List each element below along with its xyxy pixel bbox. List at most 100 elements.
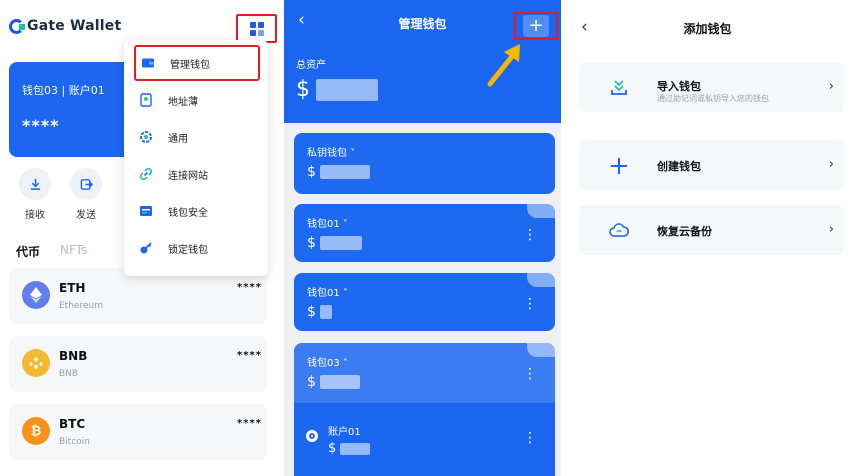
address-book-icon	[140, 93, 152, 107]
token-name: BNB	[59, 369, 79, 379]
eth-icon	[22, 281, 50, 309]
account-amount: $	[328, 441, 371, 456]
manage-wallet-panel: ‹ 管理钱包 + 总资产 $ 私钥钱包 ˅ $ 钱包01 ˅ $ ⋮ 钱包01 …	[284, 0, 561, 476]
plus-icon: +	[523, 15, 549, 37]
option-label: 恢复云备份	[657, 225, 712, 238]
brand-name: Gate Wallet	[27, 18, 122, 34]
token-row-btc[interactable]: ₿ BTC Bitcoin ****	[9, 404, 267, 460]
more-options-icon[interactable]: ⋮	[523, 228, 537, 242]
wallet-name: 钱包03 ˄	[307, 358, 348, 369]
security-icon	[140, 206, 152, 216]
tab-nfts[interactable]: NFTs	[60, 243, 87, 260]
cloud-badge-icon	[527, 273, 555, 287]
cloud-badge-icon	[527, 204, 555, 218]
bnb-icon	[22, 349, 50, 377]
wallet-name: 私钥钱包 ˅	[307, 148, 356, 159]
btc-icon: ₿	[22, 417, 50, 445]
chevron-down-icon: ˅	[342, 288, 348, 299]
menu-item-wallet-security[interactable]: 钱包安全	[134, 193, 260, 229]
send-label: 发送	[76, 210, 96, 221]
account-row[interactable]: 账户01 $ ⋮	[294, 403, 555, 476]
token-balance: ****	[237, 418, 262, 429]
radio-selected-icon[interactable]	[306, 430, 318, 442]
download-icon	[30, 178, 40, 190]
wallet-account-title: 钱包03 | 账户01	[22, 84, 105, 97]
chevron-down-icon: ˅	[342, 219, 348, 230]
gate-logo-icon	[9, 18, 25, 34]
wallet-list: 私钥钱包 ˅ $ 钱包01 ˅ $ ⋮ 钱包01 ˅ $ ⋮ 钱包03 ˄ $ …	[284, 123, 561, 476]
add-wallet-button[interactable]: +	[514, 12, 558, 40]
menu-label: 连接网站	[168, 170, 208, 182]
menu-label: 通用	[168, 133, 188, 145]
cloud-badge-icon	[527, 343, 555, 357]
menu-label: 钱包安全	[168, 207, 208, 219]
token-name: Ethereum	[59, 301, 103, 311]
menu-item-manage-wallet[interactable]: 管理钱包	[134, 45, 260, 81]
wallet-amount: $	[307, 374, 360, 390]
menu-item-address-book[interactable]: 地址薄	[134, 82, 260, 118]
pointer-arrow-icon	[487, 44, 520, 87]
token-name: Bitcoin	[59, 437, 90, 447]
tab-tokens[interactable]: 代币	[16, 243, 40, 260]
manage-wallet-header: ‹ 管理钱包 + 总资产 $	[284, 0, 561, 123]
menu-item-general[interactable]: 通用	[134, 119, 260, 155]
wallet-card-2[interactable]: 钱包01 ˅ $ ⋮	[294, 273, 555, 331]
chevron-down-icon: ˅	[350, 148, 356, 159]
token-row-bnb[interactable]: BNB BNB ****	[9, 336, 267, 392]
chevron-right-icon: ›	[828, 222, 834, 237]
receive-label: 接收	[25, 210, 45, 221]
wallet-card-private-key[interactable]: 私钥钱包 ˅ $	[294, 133, 555, 194]
wallet-amount: $	[307, 164, 370, 180]
menu-label: 锁定钱包	[168, 244, 208, 256]
more-options-icon[interactable]: ⋮	[523, 297, 537, 311]
create-wallet-option[interactable]: 创建钱包 ›	[579, 140, 844, 190]
menu-grid-button[interactable]	[236, 14, 277, 43]
option-label: 创建钱包	[657, 160, 701, 173]
blurred-amount	[316, 78, 378, 101]
option-description: 通过助记词或私钥导入您的钱包	[657, 94, 769, 103]
chevron-right-icon: ›	[828, 79, 834, 94]
wallet-card-3-expanded[interactable]: 钱包03 ˄ $ ⋮	[294, 343, 555, 403]
gate-wallet-logo: Gate Wallet	[9, 18, 121, 34]
plus-icon	[611, 158, 627, 174]
chevron-right-icon: ›	[828, 157, 834, 172]
chevron-up-icon: ˄	[342, 358, 348, 369]
wallet-card[interactable]: 钱包03 | 账户01 ****	[9, 62, 139, 157]
wallet-balance-masked: ****	[22, 116, 60, 135]
token-symbol: BTC	[59, 417, 86, 431]
wallet-amount: $	[307, 235, 362, 251]
token-symbol: BNB	[59, 349, 88, 363]
wallet-home-panel: Gate Wallet 钱包03 | 账户01 **** 接收 发送 代币 NF…	[0, 0, 280, 476]
more-options-icon[interactable]: ⋮	[523, 431, 537, 445]
wallet-icon	[142, 58, 154, 68]
wallet-dropdown-menu: 管理钱包 地址薄 通用 连接网站 钱包安全 锁定钱包	[124, 40, 268, 276]
send-icon	[80, 178, 93, 190]
send-button[interactable]: 发送	[69, 168, 103, 221]
wallet-name: 钱包01 ˅	[307, 219, 348, 230]
more-options-icon[interactable]: ⋮	[523, 367, 537, 381]
page-title: 添加钱包	[683, 22, 732, 36]
receive-button[interactable]: 接收	[18, 168, 52, 221]
grid-icon	[249, 21, 264, 36]
wallet-card-1[interactable]: 钱包01 ˅ $ ⋮	[294, 204, 555, 262]
total-assets-label: 总资产	[296, 60, 326, 71]
menu-item-lock-wallet[interactable]: 锁定钱包	[134, 230, 260, 266]
wallet-amount: $	[307, 304, 332, 320]
currency-symbol: $	[296, 77, 310, 102]
wallet-name: 钱包01 ˅	[307, 288, 348, 299]
settings-icon	[140, 131, 152, 143]
restore-cloud-backup-option[interactable]: 恢复云备份 ›	[579, 205, 844, 255]
link-icon	[139, 167, 153, 181]
account-name: 账户01	[328, 427, 361, 438]
token-balance: ****	[237, 350, 262, 361]
menu-label: 管理钱包	[170, 59, 210, 71]
menu-label: 地址薄	[168, 96, 198, 108]
import-icon	[611, 80, 627, 95]
asset-tabs: 代币 NFTs	[16, 243, 87, 260]
lock-icon	[140, 242, 152, 254]
import-wallet-option[interactable]: 导入钱包 通过助记词或私钥导入您的钱包 ›	[579, 62, 844, 112]
add-wallet-panel: ‹ 添加钱包 导入钱包 通过助记词或私钥导入您的钱包 › 创建钱包 › 恢复云备…	[565, 0, 850, 476]
menu-item-connect-site[interactable]: 连接网站	[134, 156, 260, 192]
cloud-restore-icon	[609, 223, 629, 237]
token-row-eth[interactable]: ETH Ethereum ****	[9, 268, 267, 324]
